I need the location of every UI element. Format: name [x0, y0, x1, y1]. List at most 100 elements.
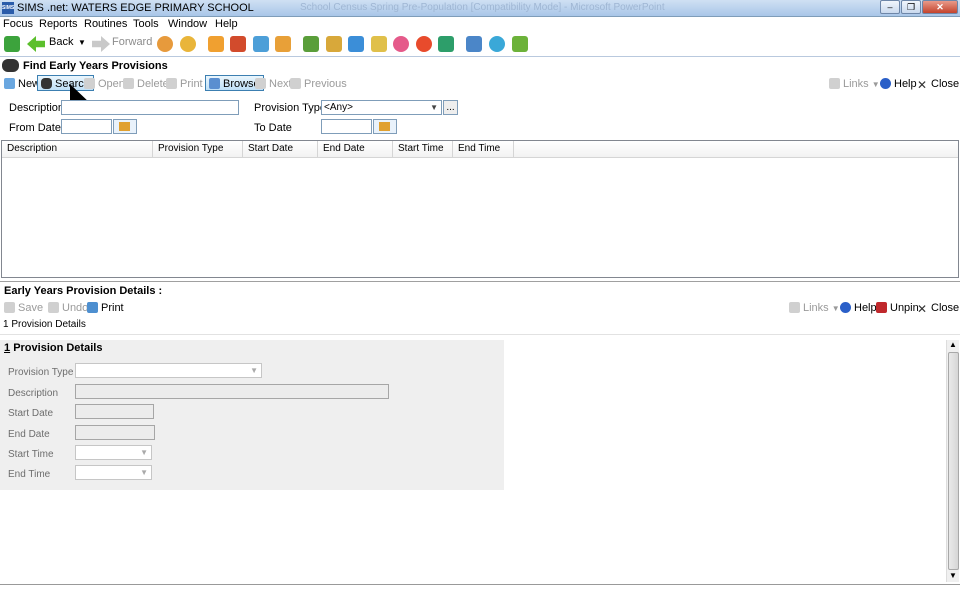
section-heading: 1 Provision Details	[4, 342, 102, 354]
start-date-field-label: Start Date	[8, 408, 54, 419]
column-header-end-date[interactable]: End Date	[318, 141, 393, 158]
end-date-field	[75, 425, 155, 440]
delete-x-icon	[123, 78, 134, 89]
next-button: Next	[255, 76, 292, 92]
details-breadcrumb[interactable]: 1 Provision Details	[3, 319, 86, 330]
menu-routines[interactable]: Routines	[84, 18, 127, 30]
from-date-label: From Date	[9, 122, 61, 134]
navigation-toolbar: Back ▼ Forward	[0, 33, 960, 55]
splitter[interactable]	[0, 281, 960, 282]
column-header-start-time[interactable]: Start Time	[393, 141, 453, 158]
scroll-up-icon[interactable]: ▲	[949, 340, 957, 349]
provision-type-label: Provision Type	[254, 102, 326, 114]
person-icon[interactable]	[180, 36, 196, 52]
flag-icon[interactable]	[230, 36, 246, 52]
unpin-label: Unpin	[890, 302, 919, 314]
globe-icon[interactable]	[489, 36, 505, 52]
scrollbar-thumb[interactable]	[948, 352, 959, 570]
details-links-button[interactable]: Links ▼	[789, 300, 840, 316]
back-arrow-icon[interactable]	[27, 36, 45, 52]
description-search-input[interactable]	[61, 100, 239, 115]
close-icon: ✕	[917, 78, 928, 92]
restore-button[interactable]: ❐	[901, 0, 921, 14]
menu-focus[interactable]: Focus	[3, 18, 33, 30]
details-help-button[interactable]: Help	[840, 300, 877, 316]
browse-icon	[209, 78, 220, 89]
window-title: SIMS .net: WATERS EDGE PRIMARY SCHOOL	[17, 2, 254, 14]
column-header-provision-type[interactable]: Provision Type	[153, 141, 243, 158]
undo-icon	[48, 302, 59, 313]
provision-type-select[interactable]: <Any> ▼	[321, 100, 442, 115]
people-icon[interactable]	[157, 36, 173, 52]
next-label: Next	[269, 78, 292, 90]
start-time-field-label: Start Time	[8, 449, 54, 460]
sims-app-icon: SIMS	[2, 2, 14, 14]
menu-window[interactable]: Window	[168, 18, 207, 30]
binoculars-search-icon	[41, 78, 52, 89]
folder-icon[interactable]	[253, 36, 269, 52]
chart-books-icon[interactable]	[303, 36, 319, 52]
details-links-label: Links	[803, 302, 829, 314]
minimize-button[interactable]: –	[880, 0, 900, 14]
down-arrow-icon	[255, 78, 266, 89]
column-header-start-date[interactable]: Start Date	[243, 141, 318, 158]
help-label: Help	[894, 78, 917, 90]
links-button[interactable]: Links ▼	[829, 76, 880, 92]
open-label: Open	[98, 78, 125, 90]
print-button-disabled: Print	[166, 76, 203, 92]
home-arrows-icon[interactable]	[4, 36, 20, 52]
menu-help[interactable]: Help	[215, 18, 238, 30]
background-window-title: School Census Spring Pre-Population [Com…	[300, 2, 665, 13]
close-window-button[interactable]: ✕	[922, 0, 958, 14]
open-folder-icon	[84, 78, 95, 89]
unpin-button[interactable]: Unpin	[876, 300, 919, 316]
menu-tools[interactable]: Tools	[133, 18, 159, 30]
exchange-icon[interactable]	[438, 36, 454, 52]
calendar-icon	[379, 122, 390, 131]
new-document-icon	[4, 78, 15, 89]
document-icon[interactable]	[348, 36, 364, 52]
column-header-description[interactable]: Description	[2, 141, 153, 158]
scroll-down-icon[interactable]: ▼	[949, 571, 957, 580]
back-button-label[interactable]: Back	[49, 36, 73, 48]
provision-details-section: 1 Provision Details Provision Type ▼ Des…	[0, 340, 504, 490]
close-button[interactable]: ✕ Close	[917, 76, 959, 92]
from-date-input[interactable]	[61, 119, 112, 134]
money-icon[interactable]	[512, 36, 528, 52]
new-button[interactable]: New	[4, 76, 40, 92]
details-close-label: Close	[931, 302, 960, 314]
to-date-calendar-button[interactable]	[373, 119, 397, 134]
back-history-dropdown-icon[interactable]: ▼	[78, 38, 86, 47]
separator	[0, 334, 960, 335]
up-arrow-icon	[290, 78, 301, 89]
undo-label: Undo	[62, 302, 89, 314]
help-icon	[880, 78, 891, 89]
chevron-down-icon: ▼	[140, 448, 148, 457]
description-field-label: Description	[8, 388, 59, 399]
details-close-button[interactable]: ✕ Close	[917, 300, 959, 316]
details-scrollbar[interactable]: ▲ ▼	[946, 340, 959, 582]
to-date-input[interactable]	[321, 119, 372, 134]
links-label: Links	[843, 78, 869, 90]
from-date-calendar-button[interactable]	[113, 119, 137, 134]
notepad-icon[interactable]	[371, 36, 387, 52]
register-icon[interactable]	[275, 36, 291, 52]
separator	[0, 56, 960, 57]
pupil-icon[interactable]	[393, 36, 409, 52]
results-grid[interactable]: Description Provision Type Start Date En…	[1, 140, 959, 278]
book-icon[interactable]	[208, 36, 224, 52]
unpin-icon	[876, 302, 887, 313]
assessment-icon[interactable]	[326, 36, 342, 52]
menu-reports[interactable]: Reports	[39, 18, 78, 30]
help-button[interactable]: Help	[880, 76, 917, 92]
save-button: Save	[4, 300, 43, 316]
title-bar: SIMS SIMS .net: WATERS EDGE PRIMARY SCHO…	[0, 0, 960, 17]
help-icon	[840, 302, 851, 313]
provision-type-browse-button[interactable]: ...	[443, 100, 458, 115]
details-print-button[interactable]: Print	[87, 300, 124, 316]
links-icon	[789, 302, 800, 313]
column-header-end-time[interactable]: End Time	[453, 141, 514, 158]
files-icon[interactable]	[466, 36, 482, 52]
clock-icon[interactable]	[416, 36, 432, 52]
links-dropdown-icon: ▼	[871, 80, 880, 89]
